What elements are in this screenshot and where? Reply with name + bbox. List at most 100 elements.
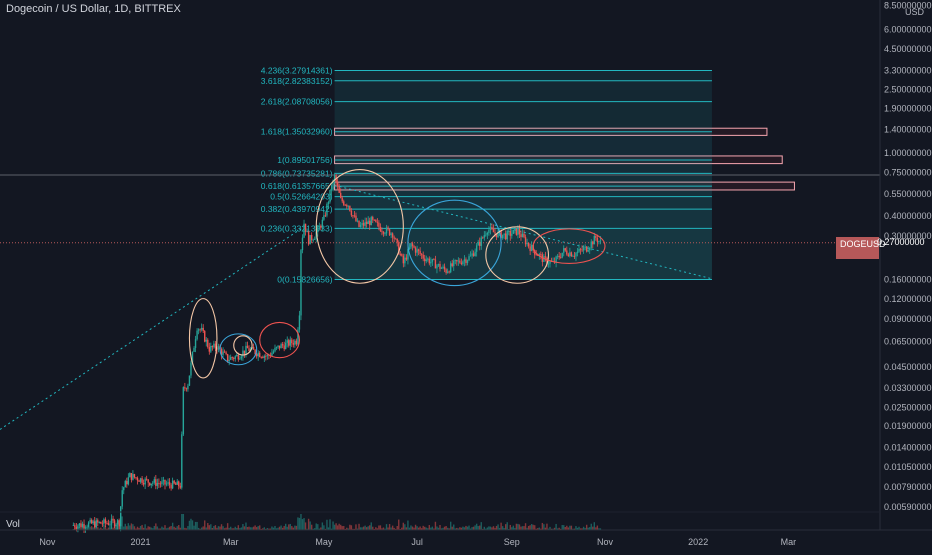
x-tick-label: Mar — [223, 537, 239, 547]
fib-band — [334, 196, 712, 210]
candle-body — [306, 231, 308, 233]
volume-bar — [453, 524, 455, 530]
candle-body — [199, 329, 201, 331]
candle-body — [350, 210, 353, 216]
candle-body — [578, 248, 580, 252]
candle-body — [414, 247, 417, 253]
candle-body — [310, 234, 313, 241]
volume-bar — [291, 526, 293, 530]
volume-bar — [161, 526, 163, 530]
volume-bar — [178, 524, 180, 530]
volume-bar — [153, 526, 156, 530]
y-tick-label: 0.06500000 — [884, 336, 932, 346]
candle-body — [489, 227, 492, 230]
volume-bar — [477, 526, 479, 530]
candle-body — [240, 356, 243, 359]
y-tick-label: 0.01050000 — [884, 462, 932, 472]
volume-bar — [304, 522, 307, 530]
volume-bar — [156, 526, 159, 530]
candle-body — [167, 482, 169, 484]
volume-bar — [378, 525, 380, 530]
fib-level-label: 0.5(0.52664203) — [270, 192, 333, 202]
candle-body — [243, 350, 246, 354]
candle-body — [112, 518, 114, 521]
fib-level-label: 2.618(2.08708056) — [261, 97, 333, 107]
y-tick-label: 0.04500000 — [884, 362, 932, 372]
volume-bar — [77, 526, 79, 530]
candle-body — [321, 219, 324, 228]
candle-body — [561, 252, 563, 258]
candle-body — [527, 242, 530, 247]
candle-body — [283, 345, 285, 350]
volume-bar — [492, 526, 495, 530]
candle-body — [491, 227, 493, 229]
candle-body — [129, 473, 131, 478]
volume-bar — [570, 525, 573, 530]
candle-body — [508, 231, 510, 232]
y-tick-label: 0.01400000 — [884, 442, 932, 452]
candle-body — [171, 480, 174, 489]
candle-body — [204, 330, 206, 342]
candle-body — [109, 524, 111, 526]
candle-body — [326, 203, 328, 216]
candle-body — [503, 233, 505, 235]
x-tick-label: Mar — [781, 537, 797, 547]
volume-bar — [110, 524, 113, 530]
volume-bar — [379, 525, 382, 530]
volume-bar — [182, 514, 185, 530]
candle-body — [434, 259, 437, 269]
volume-bar — [362, 526, 365, 530]
candle-body — [289, 339, 291, 346]
candle-body — [582, 247, 585, 251]
candle-body — [271, 352, 273, 356]
candle-body — [453, 260, 455, 267]
volume-bar — [593, 522, 596, 530]
chart-area[interactable]: 4.236(3.27914361) 3.618(2.82383152) 2.618(… — [0, 0, 932, 550]
volume-bar — [561, 525, 563, 530]
candle-body — [599, 240, 602, 242]
candle-body — [492, 228, 495, 233]
volume-bar — [310, 524, 313, 530]
volume-bar — [388, 524, 391, 530]
volume-bar — [524, 523, 527, 530]
candle-body — [295, 340, 298, 345]
candle-body — [595, 235, 597, 238]
fib-band — [334, 209, 712, 229]
volume-bar — [129, 525, 131, 530]
fib-level-label: 0(0.15826656) — [277, 275, 332, 285]
candle-body — [200, 327, 203, 330]
volume-bar — [364, 525, 366, 530]
volume-bar — [271, 526, 273, 530]
fib-level-label: 3.618(2.82383152) — [261, 76, 333, 86]
candle-body — [359, 224, 362, 227]
volume-bar — [307, 518, 310, 530]
candle-body — [139, 478, 142, 482]
candle-body — [437, 264, 440, 266]
volume-bar — [512, 525, 515, 530]
candle-body — [466, 260, 469, 263]
candle-body — [346, 204, 348, 207]
candle-body — [475, 245, 478, 252]
candle-body — [460, 262, 463, 265]
volume-bar — [119, 514, 122, 530]
volume-bar — [445, 526, 447, 530]
candle-body — [147, 479, 149, 483]
volume-bar — [335, 523, 337, 530]
candle-body — [459, 260, 461, 263]
candle-body — [581, 249, 583, 251]
candle-body — [132, 474, 134, 480]
candle-body — [428, 258, 431, 264]
candle-body — [304, 223, 307, 232]
candle-body — [298, 315, 301, 330]
volume-bar — [144, 524, 146, 530]
candle-body — [362, 222, 365, 226]
candle-body — [237, 354, 240, 360]
price-chart[interactable]: 4.236(3.27914361)3.618(2.82383152) 2.618(… — [0, 0, 932, 550]
candle-body — [158, 482, 160, 484]
candle-body — [145, 478, 148, 480]
candle-body — [529, 246, 531, 251]
candle-body — [196, 330, 198, 340]
volume-bar — [323, 525, 325, 530]
volume-bar — [336, 525, 339, 530]
volume-bar — [532, 524, 534, 530]
